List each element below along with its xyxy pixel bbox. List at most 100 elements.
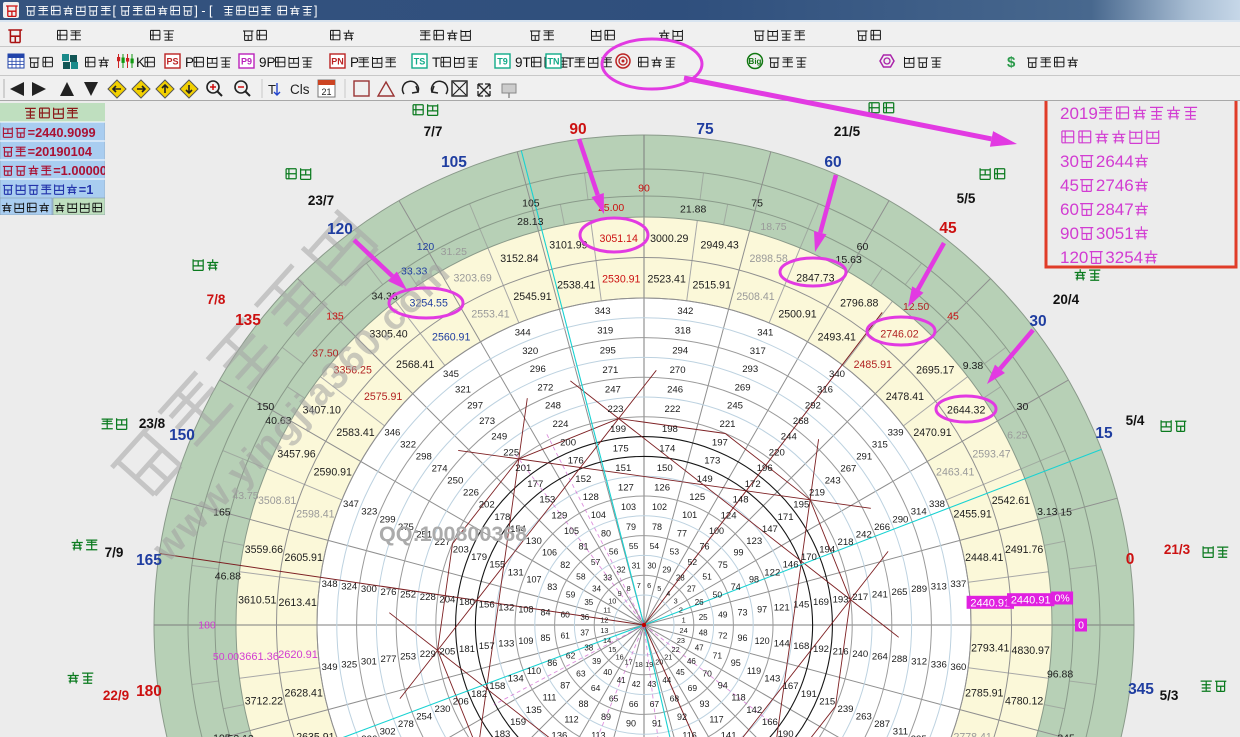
svg-text:195: 195 bbox=[213, 733, 231, 737]
svg-text:122: 122 bbox=[764, 567, 780, 578]
svg-text:2500.91: 2500.91 bbox=[778, 309, 816, 321]
svg-text:252: 252 bbox=[400, 589, 416, 600]
svg-text:243: 243 bbox=[825, 476, 841, 487]
svg-text:3: 3 bbox=[674, 596, 678, 605]
svg-text:94: 94 bbox=[718, 681, 728, 691]
svg-text:99: 99 bbox=[733, 548, 743, 558]
svg-text:26: 26 bbox=[695, 598, 704, 607]
svg-text:135: 135 bbox=[526, 705, 542, 716]
svg-text:165: 165 bbox=[136, 552, 162, 569]
svg-text:349: 349 bbox=[322, 662, 338, 673]
svg-text:134: 134 bbox=[508, 674, 525, 685]
svg-text:53.13: 53.13 bbox=[228, 733, 254, 737]
svg-text:35: 35 bbox=[584, 598, 593, 607]
svg-text:120: 120 bbox=[1060, 248, 1088, 267]
svg-text:T: T bbox=[566, 55, 574, 70]
svg-text:87: 87 bbox=[560, 681, 570, 691]
svg-text:5/4: 5/4 bbox=[1126, 413, 1145, 428]
svg-text:77: 77 bbox=[677, 529, 687, 539]
svg-text:106: 106 bbox=[542, 548, 557, 558]
svg-text:42: 42 bbox=[632, 680, 641, 689]
svg-text:7/8: 7/8 bbox=[207, 292, 226, 307]
svg-text:20/4: 20/4 bbox=[1053, 292, 1080, 307]
svg-text:3508.81: 3508.81 bbox=[258, 495, 296, 507]
svg-text:321: 321 bbox=[455, 385, 471, 396]
svg-text:250: 250 bbox=[447, 476, 463, 487]
svg-text:2463.41: 2463.41 bbox=[936, 466, 974, 478]
svg-text:] - [: ] - [ bbox=[194, 4, 213, 18]
svg-text:130: 130 bbox=[526, 536, 542, 547]
svg-text:183: 183 bbox=[494, 729, 510, 737]
svg-text:89: 89 bbox=[601, 712, 611, 722]
svg-text:127: 127 bbox=[618, 483, 634, 494]
svg-text:325: 325 bbox=[341, 659, 357, 670]
svg-text:241: 241 bbox=[872, 589, 888, 600]
svg-text:323: 323 bbox=[361, 507, 377, 518]
svg-text:170: 170 bbox=[801, 552, 817, 563]
svg-text:109: 109 bbox=[518, 636, 533, 646]
svg-text:12: 12 bbox=[600, 615, 608, 624]
svg-text:113: 113 bbox=[591, 730, 605, 737]
svg-text:301: 301 bbox=[361, 657, 377, 668]
svg-text:2455.91: 2455.91 bbox=[953, 508, 991, 520]
svg-text:293: 293 bbox=[742, 364, 758, 375]
svg-text:16: 16 bbox=[616, 652, 624, 661]
svg-text:319: 319 bbox=[597, 326, 613, 337]
svg-text:199: 199 bbox=[610, 424, 626, 435]
svg-text:9T: 9T bbox=[515, 55, 531, 70]
svg-text:4830.97: 4830.97 bbox=[1012, 645, 1050, 657]
svg-text:147: 147 bbox=[762, 524, 778, 535]
svg-text:96.88: 96.88 bbox=[1047, 669, 1073, 681]
svg-text:157: 157 bbox=[479, 641, 495, 652]
svg-text:172: 172 bbox=[745, 479, 761, 490]
svg-text:347: 347 bbox=[343, 499, 359, 510]
svg-text:30: 30 bbox=[1060, 152, 1079, 171]
svg-text:2478.41: 2478.41 bbox=[886, 391, 924, 403]
svg-text:360: 360 bbox=[950, 662, 966, 673]
svg-text:[: [ bbox=[113, 4, 117, 18]
svg-text:92: 92 bbox=[677, 712, 687, 722]
svg-text:278: 278 bbox=[398, 719, 414, 730]
svg-text:112: 112 bbox=[564, 715, 578, 725]
svg-text:118: 118 bbox=[731, 693, 745, 703]
svg-text:288: 288 bbox=[891, 654, 907, 665]
svg-text:P9: P9 bbox=[241, 57, 252, 67]
svg-text:141: 141 bbox=[721, 731, 737, 737]
svg-text:2515.91: 2515.91 bbox=[693, 280, 731, 292]
svg-text:P: P bbox=[350, 55, 359, 70]
svg-text:24: 24 bbox=[680, 626, 688, 635]
svg-text:7/9: 7/9 bbox=[105, 545, 124, 560]
svg-text:105: 105 bbox=[564, 526, 579, 536]
svg-text:46: 46 bbox=[687, 657, 696, 666]
svg-text:9.38: 9.38 bbox=[963, 360, 984, 372]
svg-text:339: 339 bbox=[888, 427, 904, 438]
svg-text:4: 4 bbox=[666, 589, 670, 598]
svg-text:3051.14: 3051.14 bbox=[600, 233, 638, 245]
svg-text:30: 30 bbox=[647, 562, 656, 571]
svg-text:101: 101 bbox=[682, 510, 697, 520]
svg-text:2793.41: 2793.41 bbox=[971, 643, 1009, 655]
svg-text:54: 54 bbox=[650, 541, 660, 551]
svg-text:111: 111 bbox=[543, 693, 557, 703]
svg-text:65: 65 bbox=[609, 694, 619, 704]
svg-text:P: P bbox=[185, 55, 194, 70]
svg-text:346: 346 bbox=[384, 427, 400, 438]
svg-text:1: 1 bbox=[682, 615, 686, 624]
svg-text:2590.91: 2590.91 bbox=[314, 466, 352, 478]
svg-text:7: 7 bbox=[637, 581, 641, 590]
svg-text:191: 191 bbox=[801, 689, 817, 700]
svg-text:T: T bbox=[268, 82, 276, 97]
svg-text:50: 50 bbox=[713, 590, 723, 600]
svg-text:120: 120 bbox=[417, 241, 435, 253]
svg-text:224: 224 bbox=[552, 419, 569, 430]
svg-text:270: 270 bbox=[670, 365, 686, 376]
svg-text:152: 152 bbox=[575, 474, 591, 485]
svg-text:=1.00000: =1.00000 bbox=[53, 163, 107, 178]
svg-text:70: 70 bbox=[702, 669, 712, 679]
svg-text:193: 193 bbox=[833, 595, 849, 606]
svg-text:30: 30 bbox=[1029, 313, 1046, 330]
svg-text:317: 317 bbox=[750, 346, 766, 357]
svg-text:30: 30 bbox=[1017, 401, 1029, 413]
svg-text:27: 27 bbox=[687, 585, 696, 594]
svg-text:91: 91 bbox=[652, 719, 662, 729]
